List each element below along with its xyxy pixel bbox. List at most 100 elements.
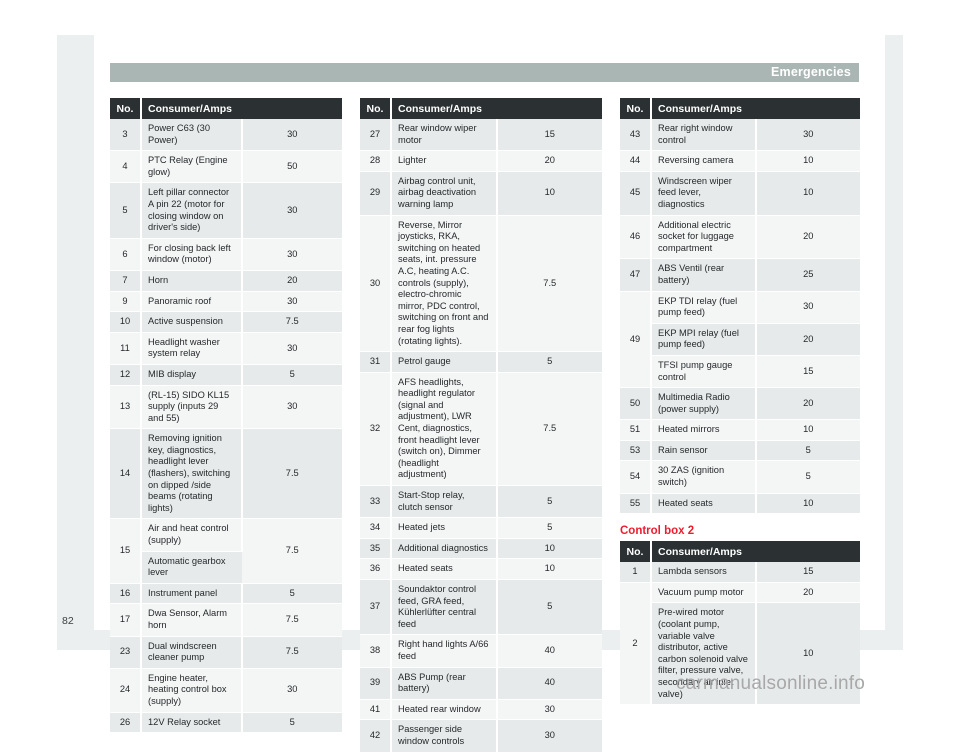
cell-consumer-description: Rain sensor [651, 440, 757, 462]
table-row: 24 Engine heater, heating control box (su… [110, 668, 342, 713]
cell-consumer-description: Active suspension [141, 311, 243, 333]
cell-amps: 5 [496, 517, 602, 539]
table-header-row: No. Consumer/Amps [360, 98, 602, 119]
cell-consumer-description: 12V Relay socket [141, 712, 243, 734]
cell-fuse-number: 46 [620, 215, 652, 260]
cell-fuse-number: 38 [360, 634, 392, 668]
table-row: 33 Start-Stop relay, clutch sensor 5 [360, 485, 602, 519]
table-row: 17 Dwa Sensor, Alarm horn 7.5 [110, 603, 342, 637]
column-header-consumer-amps: Consumer/Amps [651, 541, 860, 563]
table-row: 2 Vacuum pump motor 20 [620, 582, 860, 706]
table-row: 36 Heated seats 10 [360, 558, 602, 580]
page-canvas: Emergencies 82 No. Consumer/Amps 3 Power C6… [0, 0, 960, 753]
cell-consumer-description: Dual windscreen cleaner pump [141, 636, 243, 669]
table-row: EKP MPI relay (fuel pump feed) 20 [620, 323, 860, 356]
table-row: 51 Heated mirrors 10 [620, 419, 860, 441]
cell-consumer-description: EKP TDI relay (fuel pump feed) [651, 291, 757, 324]
cell-amps: 5 [496, 579, 602, 636]
table-row: 28 Lighter 20 [360, 150, 602, 172]
cell-amps: 40 [496, 667, 602, 700]
cell-amps: 30 [241, 332, 342, 365]
cell-amps: 7.5 [496, 372, 602, 487]
cell-fuse-number: 26 [110, 712, 142, 734]
cell-consumer-description: ABS Ventil (rear battery) [651, 258, 757, 292]
cell-amps: 25 [755, 258, 860, 292]
cell-amps: 7.5 [241, 518, 342, 584]
cell-consumer-description: Heated seats [651, 493, 757, 515]
table-row: 37 Soundaktor control feed, GRA feed, Küh… [360, 579, 602, 636]
cell-amps: 10 [496, 558, 602, 580]
cell-fuse-number: 30 [360, 215, 392, 353]
table-row: 54 30 ZAS (ignition switch) 5 [620, 460, 860, 494]
table-row: 23 Dual windscreen cleaner pump 7.5 [110, 636, 342, 669]
cell-consumer-description: Horn [141, 270, 243, 292]
cell-fuse-number: 36 [360, 558, 392, 580]
cell-consumer-description: Right hand lights A/66 feed [391, 634, 498, 668]
cell-consumer-description: Engine heater, heating control box (supp… [141, 668, 243, 713]
cell-consumer-description: Reversing camera [651, 150, 757, 172]
cell-amps: 7.5 [241, 311, 342, 333]
table-row: 31 Petrol gauge 5 [360, 351, 602, 373]
table-row: 1 Lambda sensors 15 [620, 562, 860, 583]
cell-amps: 20 [496, 150, 602, 172]
cell-fuse-number: 39 [360, 667, 392, 700]
column-header-no: No. [360, 98, 392, 119]
cell-amps: 30 [241, 119, 342, 152]
cell-consumer-description: ABS Pump (rear battery) [391, 667, 498, 700]
cell-fuse-number: 2 [620, 582, 652, 706]
cell-consumer-description: For closing back left window (motor) [141, 238, 243, 271]
cell-consumer-description: Lambda sensors [651, 562, 757, 583]
fuse-table: No. Consumer/Amps 43 Rear right window cont… [620, 98, 860, 515]
cell-consumer-description: MIB display [141, 364, 243, 386]
table-header-row: No. Consumer/Amps [620, 98, 860, 119]
cell-consumer-description: EKP MPI relay (fuel pump feed) [651, 323, 757, 356]
table-row: 35 Additional diagnostics 10 [360, 538, 602, 560]
table-row: 27 Rear window wiper motor 15 [360, 119, 602, 152]
cell-consumer-description: Heated mirrors [651, 419, 757, 441]
table-row: 44 Reversing camera 10 [620, 150, 860, 172]
cell-fuse-number: 49 [620, 291, 652, 389]
watermark: carmanualsonline.info [676, 673, 866, 694]
table-row: 15 Air and heat control (supply) 7.5 [110, 518, 342, 584]
cell-fuse-number: 10 [110, 311, 142, 333]
cell-fuse-number: 17 [110, 603, 142, 637]
cell-consumer-description: Heated rear window [391, 699, 498, 721]
cell-amps: 30 [241, 291, 342, 313]
fuse-table: No. Consumer/Amps 27 Rear window wiper moto… [360, 98, 602, 753]
cell-amps: 7.5 [241, 603, 342, 637]
cell-amps: 30 [496, 719, 602, 753]
cell-fuse-number: 6 [110, 238, 142, 271]
cell-amps: 5 [241, 364, 342, 386]
cell-consumer-description: Heated jets [391, 517, 498, 539]
table-row: 13 (RL-15) SIDO KL15 supply (inputs 29 an… [110, 385, 342, 430]
cell-amps: 30 [241, 238, 342, 271]
cell-fuse-number: 44 [620, 150, 652, 172]
cell-fuse-number: 4 [110, 150, 142, 184]
cell-fuse-number: 23 [110, 636, 142, 669]
cell-amps: 15 [496, 119, 602, 152]
cell-amps: 5 [241, 583, 342, 605]
cell-fuse-number: 15 [110, 518, 142, 584]
cell-fuse-number: 13 [110, 385, 142, 430]
cell-fuse-number: 43 [620, 119, 652, 152]
cell-consumer-description: Lighter [391, 150, 498, 172]
table-row: 46 Additional electric socket for luggage… [620, 215, 860, 260]
cell-consumer-description: Heated seats [391, 558, 498, 580]
cell-consumer-description: Panoramic roof [141, 291, 243, 313]
table-row: 14 Removing ignition key, diagnostics, he… [110, 428, 342, 520]
table-row: 11 Headlight washer system relay 30 [110, 332, 342, 365]
cell-amps: 10 [496, 171, 602, 216]
cell-amps: 20 [755, 215, 860, 260]
table-row: 3 Power C63 (30 Power) 30 [110, 119, 342, 152]
cell-fuse-number: 12 [110, 364, 142, 386]
cell-amps: 10 [496, 538, 602, 560]
table-row: 49 EKP TDI relay (fuel pump feed) 30 [620, 291, 860, 389]
cell-fuse-number: 50 [620, 387, 652, 421]
cell-consumer-description: Additional diagnostics [391, 538, 498, 560]
cell-amps: 7.5 [496, 215, 602, 353]
column-header-no: No. [620, 541, 652, 563]
cell-amps: 20 [755, 387, 860, 421]
cell-fuse-number: 53 [620, 440, 652, 462]
cell-fuse-number: 33 [360, 485, 392, 519]
cell-fuse-number: 47 [620, 258, 652, 292]
